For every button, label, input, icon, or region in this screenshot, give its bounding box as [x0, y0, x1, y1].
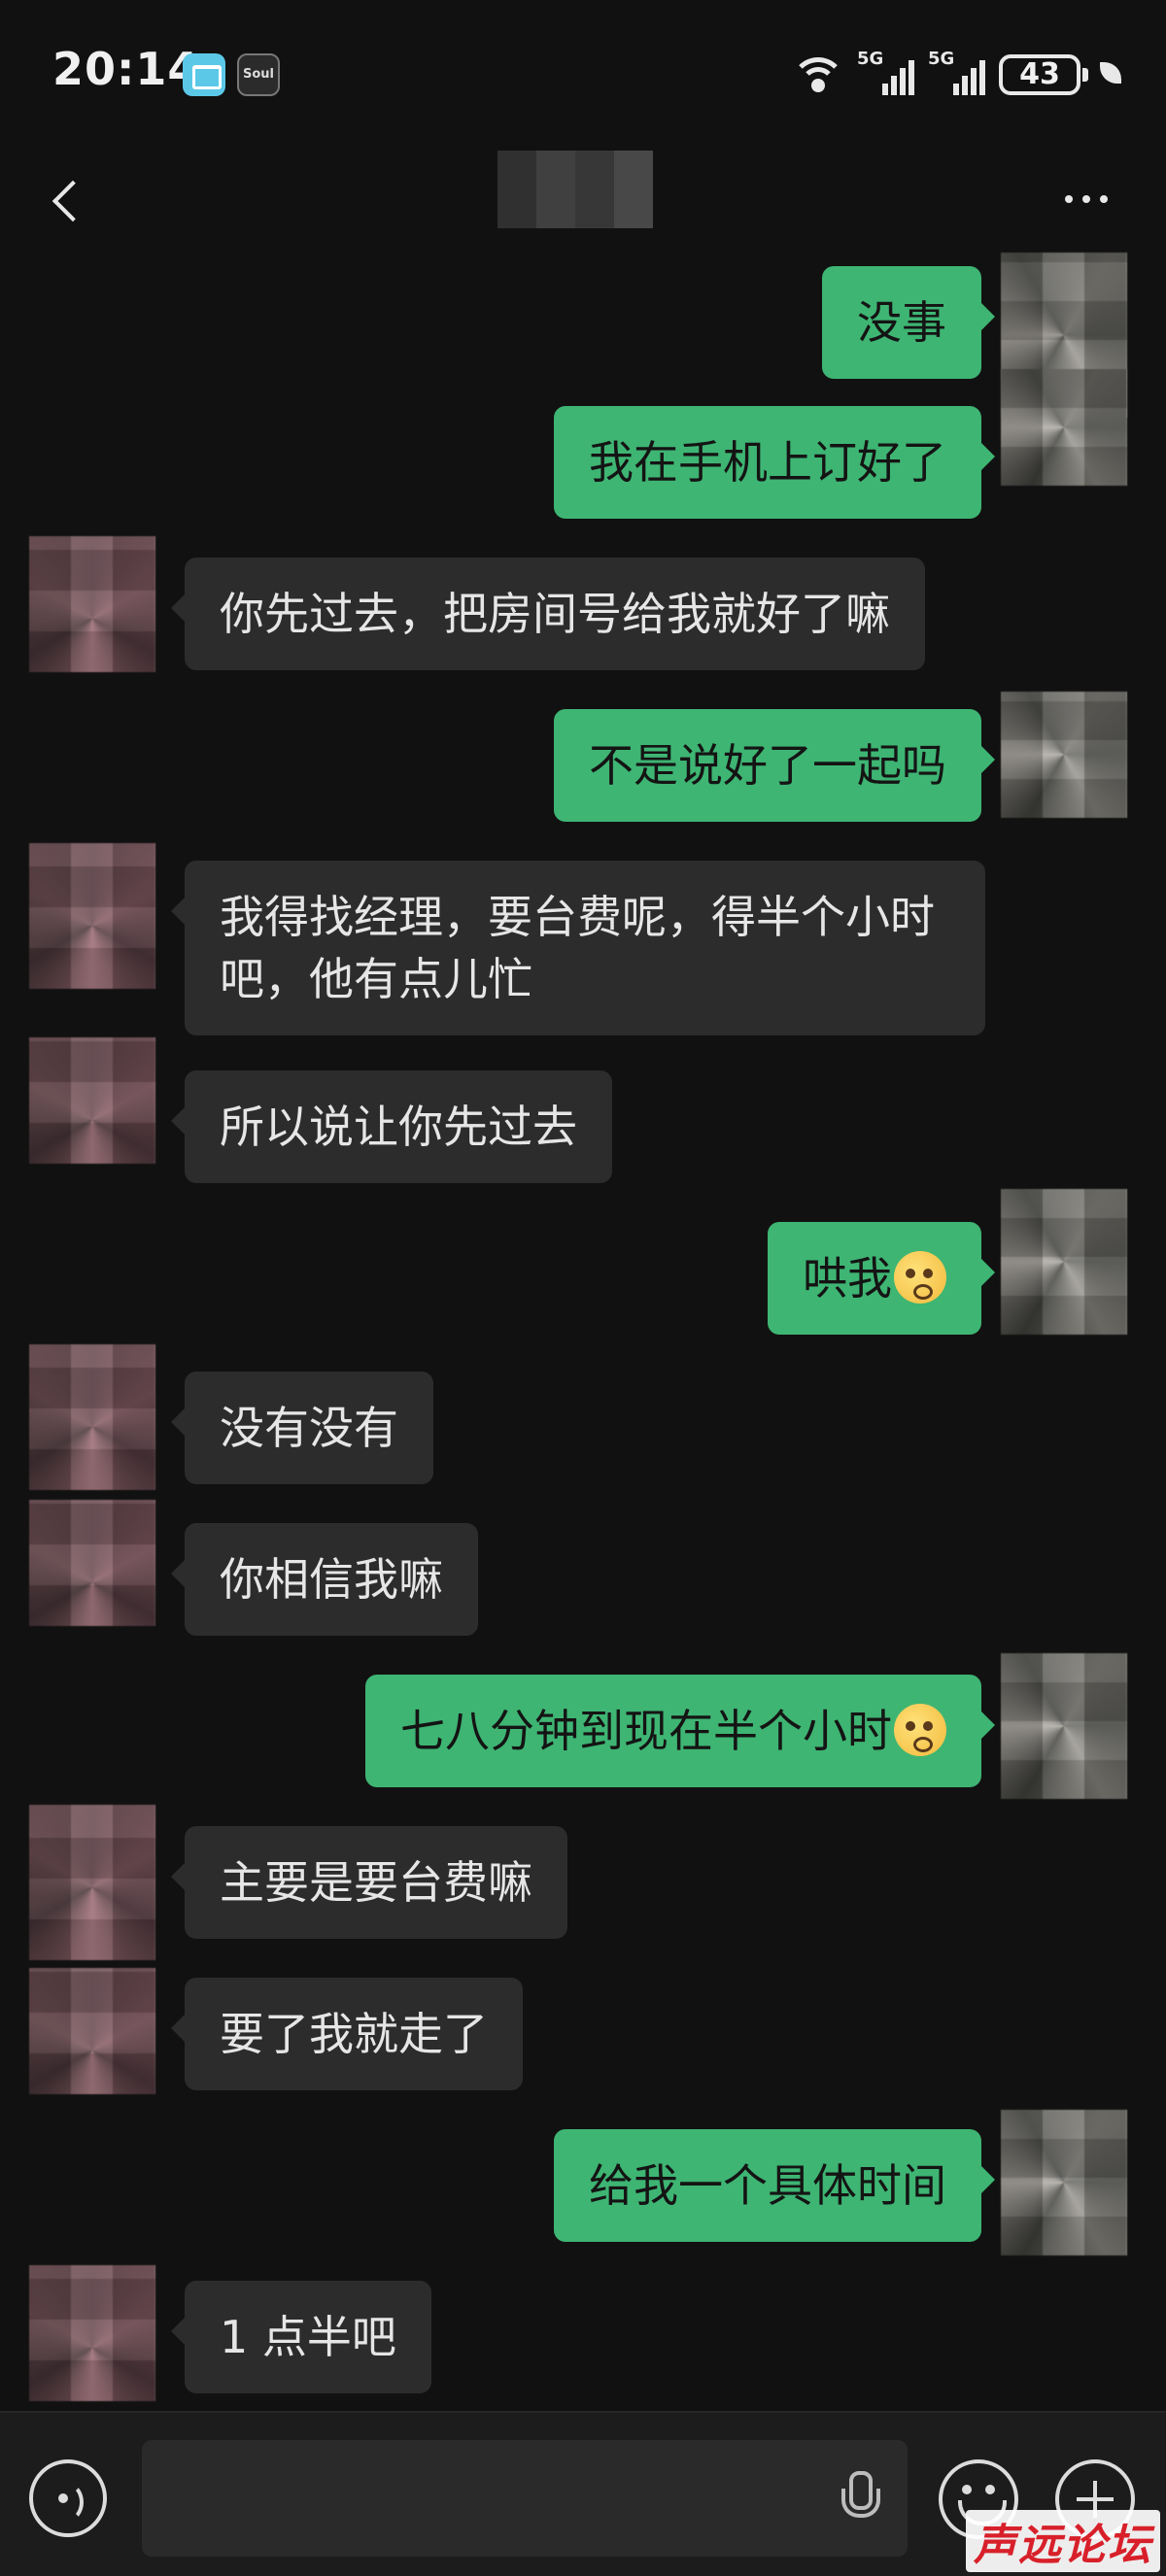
forum-watermark: 声远论坛 [966, 2510, 1160, 2572]
battery-icon: 43 [999, 54, 1088, 95]
message-text: 七八分钟到现在半个小时 [400, 1705, 892, 1757]
message-bubble-incoming[interactable]: 我得找经理，要台费呢，得半个小时吧，他有点儿忙 [171, 861, 985, 1035]
voice-icon[interactable] [29, 2459, 107, 2537]
message-bubble-outgoing[interactable]: 我在手机上订好了 [554, 406, 995, 519]
own-avatar[interactable] [1001, 2110, 1127, 2255]
message-list[interactable]: 没事 我在手机上订好了 你先过去，把房间号给我就好了嘛 不是说好了一起吗 我得找… [0, 253, 1166, 2409]
reader-app-icon [183, 53, 225, 96]
mic-icon[interactable] [838, 2471, 880, 2529]
input-bar: 声远论坛 [0, 2411, 1166, 2576]
message-bubble-incoming[interactable]: 你先过去，把房间号给我就好了嘛 [171, 558, 925, 670]
own-avatar[interactable] [1001, 1189, 1127, 1335]
message-bubble-incoming[interactable]: 要了我就走了 [171, 1978, 523, 2090]
contact-avatar[interactable] [29, 1500, 155, 1626]
message-bubble-incoming[interactable]: 所以说让你先过去 [171, 1070, 612, 1183]
status-bar: 20:14 Soul 5G 5G 43 [0, 0, 1166, 146]
message-bubble-outgoing[interactable]: 给我一个具体时间 [554, 2129, 995, 2242]
network-type-1: 5G [857, 49, 884, 69]
message-bubble-outgoing[interactable]: 不是说好了一起吗 [554, 709, 995, 822]
message-bubble-outgoing[interactable]: 没事 [822, 266, 995, 379]
contact-avatar[interactable] [29, 536, 155, 672]
signal-icon-2: 5G [928, 49, 985, 95]
status-time: 20:14 [52, 43, 200, 95]
contact-name-blurred [497, 151, 653, 228]
message-bubble-incoming[interactable]: 没有没有 [171, 1372, 433, 1484]
own-avatar[interactable] [1001, 1653, 1127, 1799]
own-avatar[interactable] [1001, 369, 1127, 486]
message-input[interactable] [142, 2440, 908, 2557]
more-options-button[interactable] [1057, 185, 1115, 214]
message-bubble-incoming[interactable]: 主要是要台费嘛 [171, 1826, 567, 1939]
message-bubble-incoming[interactable]: 你相信我嘛 [171, 1523, 478, 1636]
message-bubble-outgoing[interactable]: 哄我 [768, 1222, 995, 1335]
message-bubble-incoming[interactable]: 1 点半吧 [171, 2281, 431, 2393]
pleading-face-emoji-icon [894, 1704, 946, 1756]
thinking-face-emoji-icon [894, 1251, 946, 1304]
message-text: 哄我 [803, 1252, 892, 1305]
status-indicators: 5G 5G 43 [793, 49, 1123, 99]
own-avatar[interactable] [1001, 692, 1127, 818]
message-bubble-outgoing[interactable]: 七八分钟到现在半个小时 [365, 1675, 995, 1787]
soul-app-icon: Soul [237, 53, 280, 96]
wifi-icon [793, 55, 843, 94]
network-type-2: 5G [928, 49, 955, 69]
contact-avatar[interactable] [29, 1968, 155, 2094]
contact-avatar[interactable] [29, 1344, 155, 1490]
contact-avatar[interactable] [29, 1805, 155, 1960]
contact-avatar[interactable] [29, 1037, 155, 1164]
contact-avatar[interactable] [29, 2265, 155, 2401]
chat-header [0, 146, 1166, 253]
signal-icon-1: 5G [857, 49, 914, 95]
back-chevron-icon[interactable] [49, 175, 87, 223]
contact-avatar[interactable] [29, 843, 155, 989]
power-saving-leaf-icon [1094, 60, 1123, 89]
